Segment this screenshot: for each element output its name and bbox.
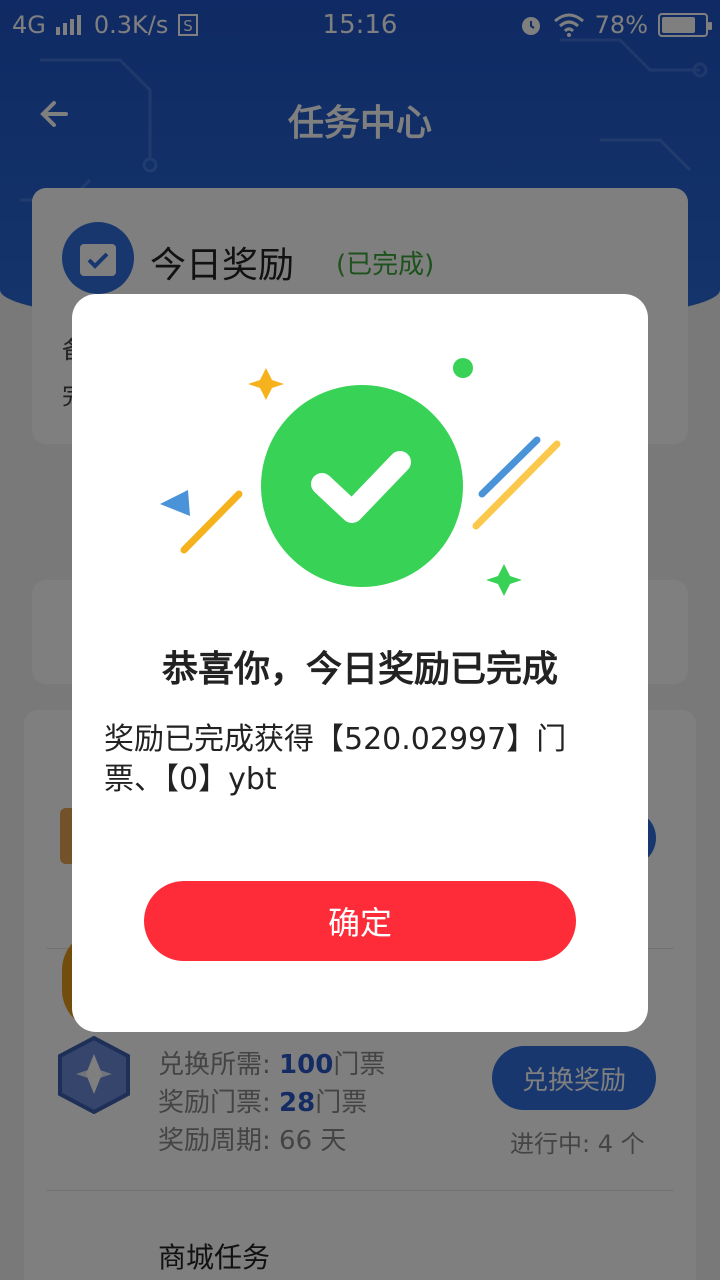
modal-title: 恭喜你，今日奖励已完成 — [161, 649, 558, 690]
modal-message: 奖励已完成获得【520.02997】门票、【0】ybt — [104, 722, 567, 797]
stripe-decoration — [478, 436, 541, 498]
success-illustration — [160, 358, 561, 596]
green-dot-decoration — [453, 358, 473, 378]
confirm-button[interactable]: 确定 — [144, 881, 576, 961]
stripe-decoration — [180, 490, 243, 554]
star-decoration-green — [486, 564, 522, 596]
triangle-decoration — [160, 490, 190, 516]
success-modal: 恭喜你，今日奖励已完成 奖励已完成获得【520.02997】门票、【0】ybt … — [72, 294, 648, 1032]
star-decoration-yellow — [248, 368, 284, 400]
